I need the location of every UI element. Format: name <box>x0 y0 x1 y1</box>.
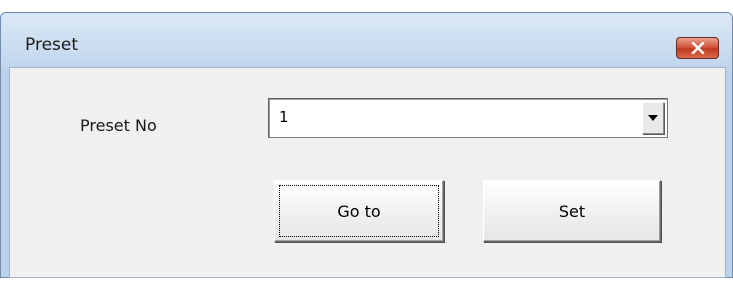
preset-no-label: Preset No <box>80 116 157 135</box>
preset-no-dropdown[interactable]: 1 <box>268 98 668 138</box>
window-title: Preset <box>25 35 79 55</box>
set-button-label: Set <box>558 201 586 221</box>
close-button[interactable] <box>676 37 719 59</box>
chevron-down-icon <box>648 115 658 121</box>
go-to-button-label: Go to <box>337 201 381 221</box>
set-button[interactable]: Set <box>483 180 661 242</box>
go-to-button[interactable]: Go to <box>274 180 444 242</box>
title-bar[interactable]: Preset <box>1 13 732 67</box>
close-icon <box>691 42 704 54</box>
preset-no-value: 1 <box>279 108 289 126</box>
dropdown-button[interactable] <box>642 102 664 134</box>
